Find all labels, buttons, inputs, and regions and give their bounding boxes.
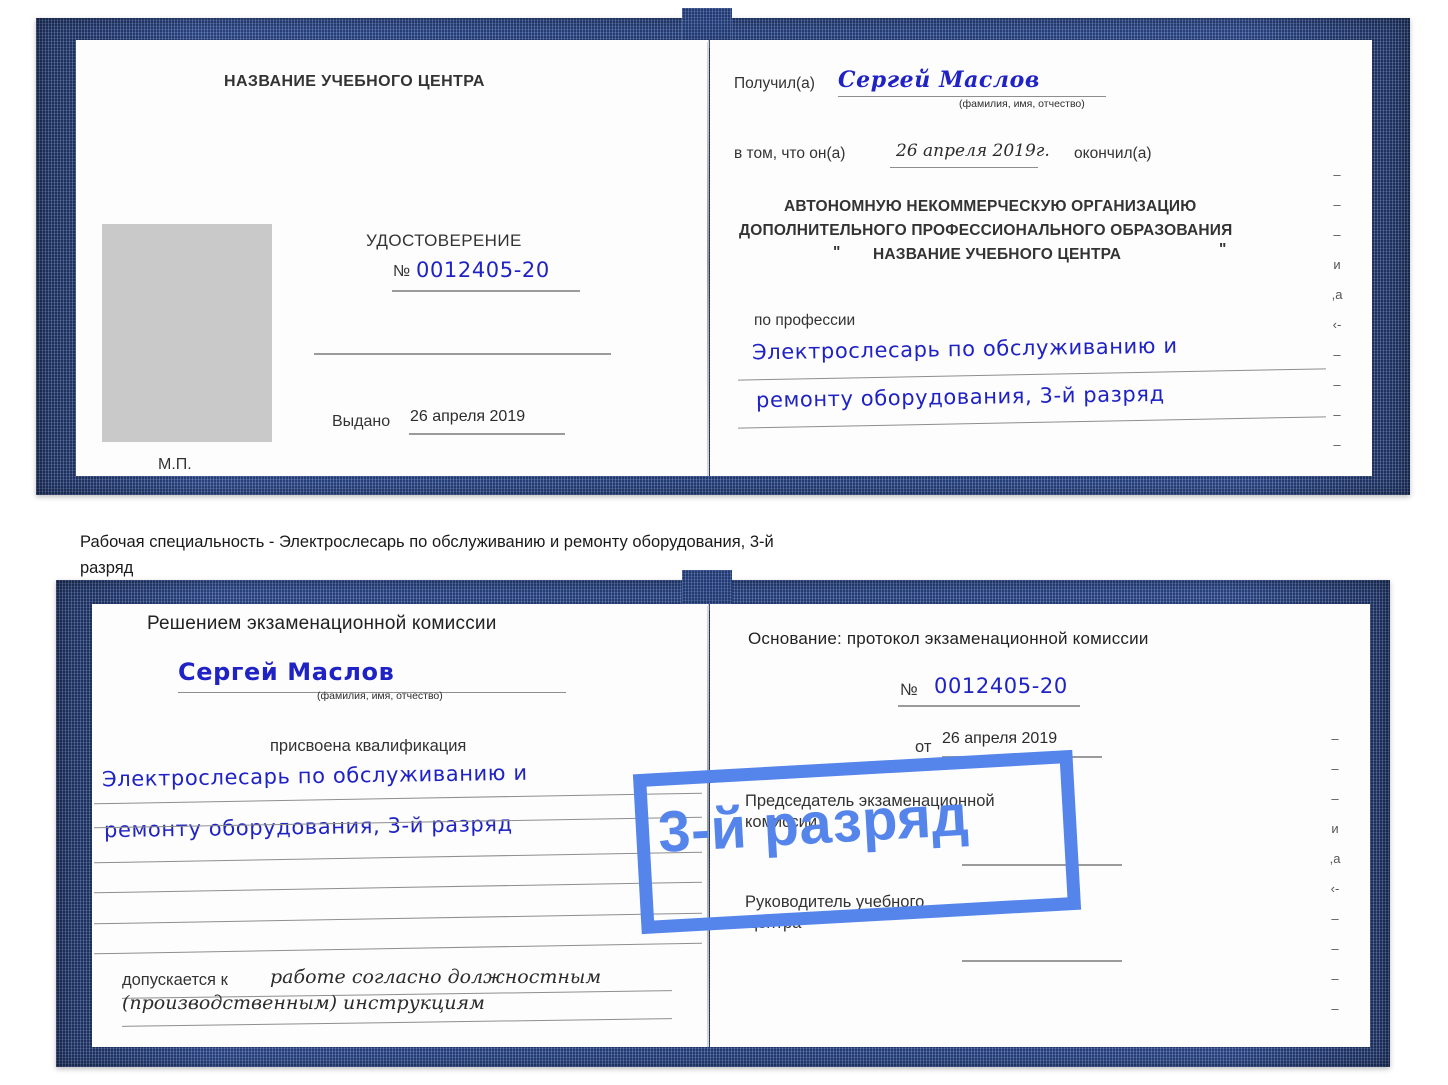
blank-rule-4-bottom: [94, 942, 702, 955]
finished-label-top: окончил(а): [1074, 145, 1152, 162]
certificate-bottom-left-page: Решением экзаменационной комиссии Сергей…: [92, 604, 709, 1047]
certificate-number-rule-top: [392, 290, 580, 292]
allowed-value-line2: (производственным) инструкциям: [122, 992, 485, 1014]
that-label-top: в том, что он(а): [734, 145, 846, 162]
allowed-rule-2: [122, 1018, 672, 1027]
qualification-rule1: [94, 792, 702, 805]
blank-rule-3-bottom: [94, 912, 702, 925]
page-caption: Рабочая специальность - Электрослесарь п…: [80, 530, 1080, 581]
certificate-number-label-top: №: [393, 263, 411, 280]
certificate-top-spine-line: [707, 42, 709, 476]
received-label-top: Получил(а): [734, 75, 815, 92]
profession-label-top: по профессии: [754, 312, 856, 329]
org-quote-close-top: ": [1219, 241, 1227, 258]
qualification-line1: Электрослесарь по обслуживанию и: [101, 760, 528, 792]
issued-value-top: 26 апреля 2019: [410, 408, 526, 425]
qualification-label: присвоена квалификация: [270, 737, 467, 755]
rank-highlight-stamp: 3-й разряд: [632, 749, 1082, 935]
student-name-bottom: Сергей Маслов: [178, 658, 395, 686]
certificate-blank-rule-top: [314, 353, 611, 355]
org-line2-top: ДОПОЛНИТЕЛЬНОГО ПРОФЕССИОНАЛЬНОГО ОБРАЗО…: [739, 222, 1233, 239]
protocol-number-value: 0012405-20: [934, 674, 1068, 698]
blank-rule-1-bottom: [94, 851, 702, 864]
basis-label: Основание: протокол экзаменационной коми…: [748, 629, 1149, 648]
name-hint-top: (фамилия, имя, отчество): [959, 98, 1085, 110]
blank-rule-2-bottom: [94, 881, 702, 894]
edge-glyph-column-bottom: – – – и ,а ‹- – – – –: [1329, 731, 1341, 1016]
photo-placeholder: [102, 224, 272, 442]
certificate-top-right-page: Получил(а) Сергей Маслов (фамилия, имя, …: [710, 40, 1372, 476]
caption-line-1: Рабочая специальность - Электрослесарь п…: [80, 533, 774, 551]
caption-line-2: разряд: [80, 558, 134, 577]
name-hint-bottom: (фамилия, имя, отчество): [317, 690, 443, 702]
certificate-top-left-page: НАЗВАНИЕ УЧЕБНОГО ЦЕНТРА УДОСТОВЕРЕНИЕ №…: [76, 40, 709, 476]
profession-rule1-top: [738, 368, 1326, 381]
protocol-date-label: от: [915, 738, 932, 756]
protocol-date-value: 26 апреля 2019: [942, 730, 1058, 747]
profession-line2-top: ремонту оборудования, 3-й разряд: [755, 381, 1165, 413]
issued-label-top: Выдано: [332, 413, 391, 430]
org-quote-open-top: ": [833, 244, 841, 261]
received-value-top: Сергей Маслов: [838, 67, 1040, 93]
profession-line1-top: Электрослесарь по обслуживанию и: [751, 333, 1178, 365]
head-signature-rule: [962, 960, 1122, 962]
that-value-top: 26 апреля 2019г.: [896, 141, 1050, 161]
certificate-title-top: УДОСТОВЕРЕНИЕ: [366, 231, 522, 250]
received-rule-top: [838, 96, 1106, 97]
that-rule-top: [890, 167, 1038, 168]
training-center-header-top: НАЗВАНИЕ УЧЕБНОГО ЦЕНТРА: [224, 73, 485, 90]
org-line1-top: АВТОНОМНУЮ НЕКОММЕРЧЕСКУЮ ОРГАНИЗАЦИЮ: [784, 198, 1197, 215]
profession-rule2-top: [738, 416, 1326, 429]
org-line3-top: НАЗВАНИЕ УЧЕБНОГО ЦЕНТРА: [873, 246, 1122, 263]
seal-label-top: М.П.: [158, 456, 192, 473]
certificate-number-value-top: 0012405-20: [416, 258, 550, 282]
allowed-label: допускается к: [122, 971, 228, 989]
protocol-number-rule: [898, 705, 1080, 707]
allowed-value-line1: работе согласно должностным: [270, 966, 602, 988]
issued-rule-top: [409, 433, 565, 435]
protocol-number-label: №: [900, 681, 918, 699]
edge-glyph-column-top: – – – и ,а ‹- – – – –: [1331, 167, 1343, 452]
commission-decision-header: Решением экзаменационной комиссии: [147, 613, 497, 634]
